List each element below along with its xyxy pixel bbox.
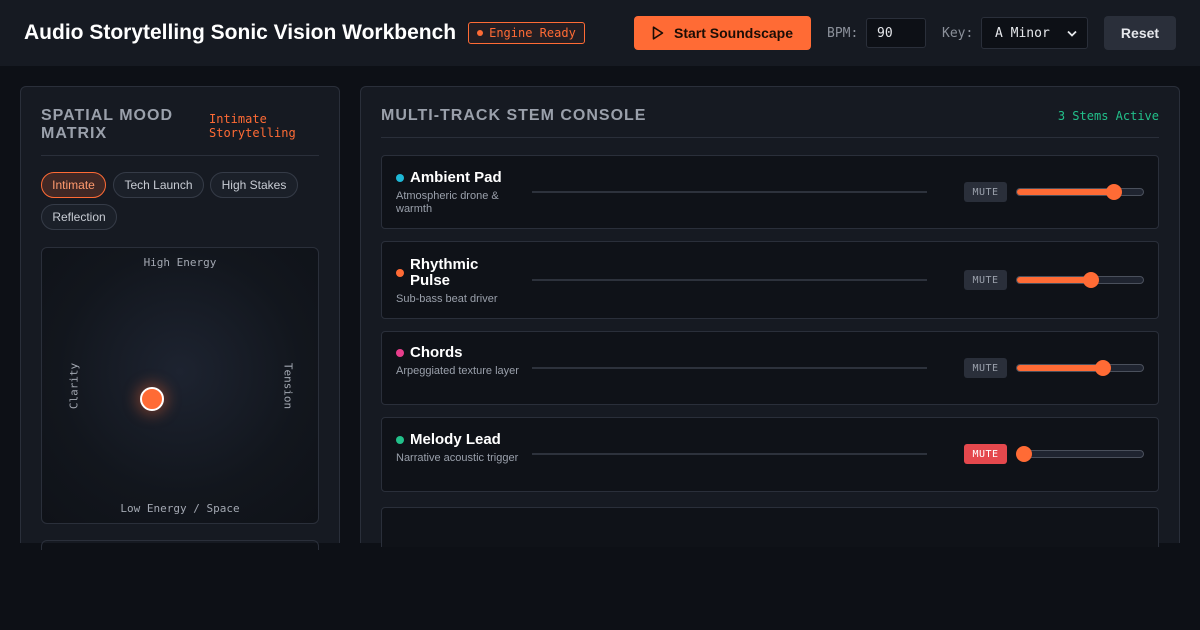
track-info: Chords Arpeggiated texture layer xyxy=(396,345,521,378)
preset-chip-high-stakes[interactable]: High Stakes xyxy=(210,172,298,198)
play-icon xyxy=(652,26,664,40)
track-name-row: Rhythmic Pulse xyxy=(396,257,521,289)
current-mood-label: Intimate Storytelling xyxy=(209,112,296,140)
key-select-value: A Minor xyxy=(995,25,1050,41)
volume-slider[interactable] xyxy=(1016,184,1144,200)
console-header: Multi-Track Stem Console 3 Stems Active xyxy=(381,107,1159,125)
track-color-dot xyxy=(396,349,404,357)
track-color-dot xyxy=(396,174,404,182)
add-track-area xyxy=(381,507,1159,547)
track-name-row: Chords xyxy=(396,345,521,361)
preset-chip-intimate[interactable]: Intimate xyxy=(41,172,106,198)
track-name: Melody Lead xyxy=(410,431,501,448)
volume-slider-fill xyxy=(1017,277,1092,283)
mood-matrix-panel: Spatial Mood Matrix Intimate Storytellin… xyxy=(20,86,340,550)
track-name: Chords xyxy=(410,344,463,361)
bpm-label: BPM: xyxy=(827,26,859,41)
volume-slider[interactable] xyxy=(1016,446,1144,462)
track-row: Melody Lead Narrative acoustic trigger M… xyxy=(381,417,1159,492)
track-info: Ambient Pad Atmospheric drone & warmth xyxy=(396,170,521,216)
mood-position-handle[interactable] xyxy=(140,387,165,412)
console-title: Multi-Track Stem Console xyxy=(381,107,647,124)
track-name: Ambient Pad xyxy=(410,169,502,186)
waveform-line xyxy=(532,453,927,455)
reset-button[interactable]: Reset xyxy=(1104,16,1176,50)
mood-panel-title: Spatial Mood Matrix xyxy=(41,107,173,142)
axis-label-low-energy: Low Energy / Space xyxy=(120,502,240,515)
track-description: Atmospheric drone & warmth xyxy=(396,190,499,215)
mood-panel-header: Spatial Mood Matrix Intimate Storytellin… xyxy=(41,107,319,143)
track-row: Rhythmic Pulse Sub-bass beat driver MUTE xyxy=(381,241,1159,319)
axis-label-clarity: Clarity xyxy=(67,362,81,410)
mute-button[interactable]: MUTE xyxy=(964,270,1007,290)
track-info: Melody Lead Narrative acoustic trigger xyxy=(396,432,521,465)
preset-chip-tech-launch[interactable]: Tech Launch xyxy=(113,172,204,198)
engine-status-badge: Engine Ready xyxy=(468,22,585,44)
track-color-dot xyxy=(396,436,404,444)
volume-slider-thumb[interactable] xyxy=(1106,184,1123,200)
start-soundscape-button[interactable]: Start Soundscape xyxy=(634,16,811,50)
track-description: Sub-bass beat driver xyxy=(396,293,498,305)
track-row: Ambient Pad Atmospheric drone & warmth M… xyxy=(381,155,1159,229)
start-soundscape-label: Start Soundscape xyxy=(673,25,794,41)
track-name: Rhythmic Pulse xyxy=(410,256,479,289)
top-bar: Audio Storytelling Sonic Vision Workbenc… xyxy=(0,0,1200,66)
volume-slider-fill xyxy=(1017,189,1115,195)
axis-label-tension: Tension xyxy=(281,362,295,410)
mute-button[interactable]: MUTE xyxy=(964,182,1007,202)
track-row: Chords Arpeggiated texture layer MUTE xyxy=(381,331,1159,405)
key-select[interactable]: A Minor xyxy=(981,17,1088,49)
track-color-dot xyxy=(396,269,404,277)
waveform-line xyxy=(532,279,927,281)
volume-slider-thumb[interactable] xyxy=(1094,360,1111,376)
waveform-line xyxy=(532,191,927,193)
waveform-line xyxy=(532,367,927,369)
next-section-card xyxy=(41,540,319,550)
status-dot-icon xyxy=(477,30,484,36)
preset-chip-reflection[interactable]: Reflection xyxy=(41,204,117,230)
mute-button[interactable]: MUTE xyxy=(964,444,1007,464)
app-title: Audio Storytelling Sonic Vision Workbenc… xyxy=(24,21,457,44)
mood-matrix-pad[interactable]: High Energy Low Energy / Space Clarity T… xyxy=(41,247,319,524)
divider xyxy=(41,155,319,156)
chevron-down-icon xyxy=(1067,30,1077,37)
track-name-row: Melody Lead xyxy=(396,432,521,448)
engine-status-text: Engine Ready xyxy=(489,26,576,40)
key-label: Key: xyxy=(942,26,974,41)
track-description: Arpeggiated texture layer xyxy=(396,365,519,377)
track-name-row: Ambient Pad xyxy=(396,170,521,186)
track-description: Narrative acoustic trigger xyxy=(396,452,519,464)
mute-button[interactable]: MUTE xyxy=(964,358,1007,378)
axis-label-high-energy: High Energy xyxy=(143,256,217,269)
stems-active-count: 3 Stems Active xyxy=(1057,109,1159,123)
divider xyxy=(381,137,1159,138)
volume-slider[interactable] xyxy=(1016,360,1144,376)
volume-slider-fill xyxy=(1017,365,1103,371)
bpm-input[interactable] xyxy=(866,18,926,48)
stem-console-panel: Multi-Track Stem Console 3 Stems Active … xyxy=(360,86,1180,547)
volume-slider-thumb[interactable] xyxy=(1083,272,1100,288)
volume-slider[interactable] xyxy=(1016,272,1144,288)
volume-slider-thumb[interactable] xyxy=(1016,446,1032,462)
track-info: Rhythmic Pulse Sub-bass beat driver xyxy=(396,257,521,306)
